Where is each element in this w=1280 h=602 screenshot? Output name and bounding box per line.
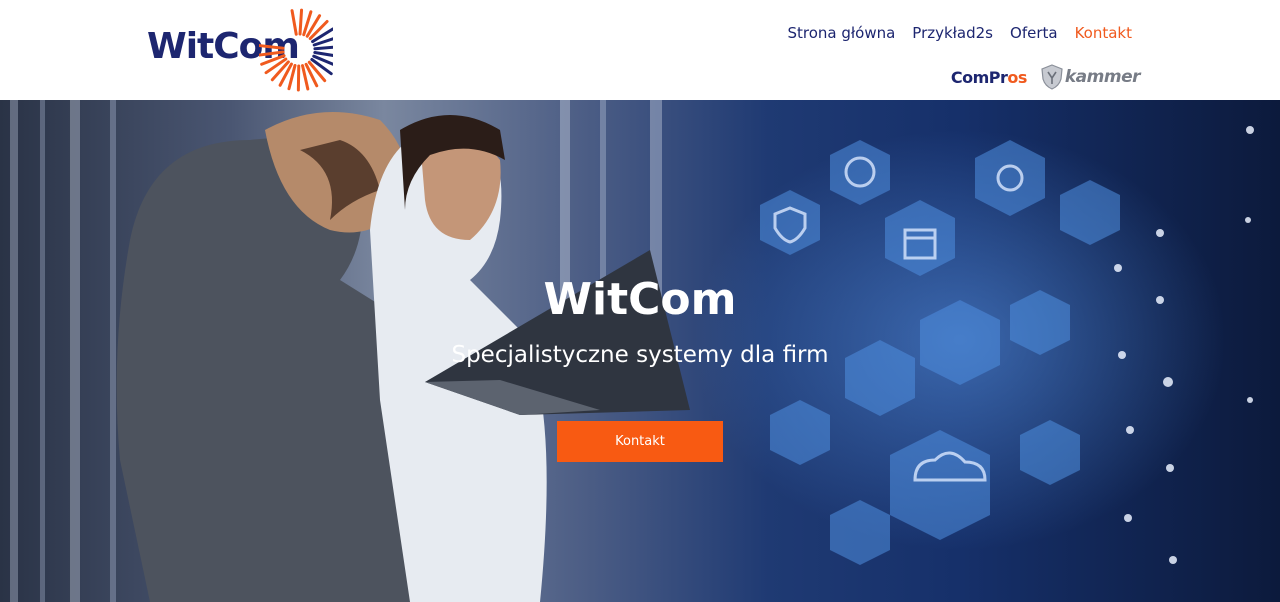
hero-subtitle: Specjalistyczne systemy dla firm (451, 342, 829, 368)
compros-logo-accent: os (1007, 67, 1027, 87)
nav-contact[interactable]: Kontakt (1075, 24, 1132, 42)
partner-logos: ComPros kammer (950, 64, 1141, 90)
compros-logo-main: ComPr (950, 67, 1008, 87)
contact-button[interactable]: Kontakt (557, 421, 723, 462)
logo-sunburst-icon (259, 8, 333, 92)
nav-examples[interactable]: Przykład2s (912, 24, 993, 42)
nav-offer[interactable]: Oferta (1010, 24, 1058, 42)
nav-home[interactable]: Strona główna (787, 24, 895, 42)
compros-logo[interactable]: ComPros (950, 67, 1028, 87)
kammer-logo[interactable]: kammer (1041, 64, 1141, 90)
site-header: WitCom Strona główna Przykład2s Oferta K… (0, 0, 1280, 100)
kammer-shield-icon (1041, 64, 1063, 90)
hero-banner: WitCom Specjalistyczne systemy dla firm … (0, 100, 1280, 602)
hero-title: WitCom (543, 274, 737, 325)
kammer-logo-text: kammer (1064, 67, 1141, 87)
main-nav: Strona główna Przykład2s Oferta Kontakt (787, 24, 1132, 42)
hero-content: WitCom Specjalistyczne systemy dla firm … (0, 100, 1280, 602)
witcom-logo[interactable]: WitCom (147, 8, 333, 92)
